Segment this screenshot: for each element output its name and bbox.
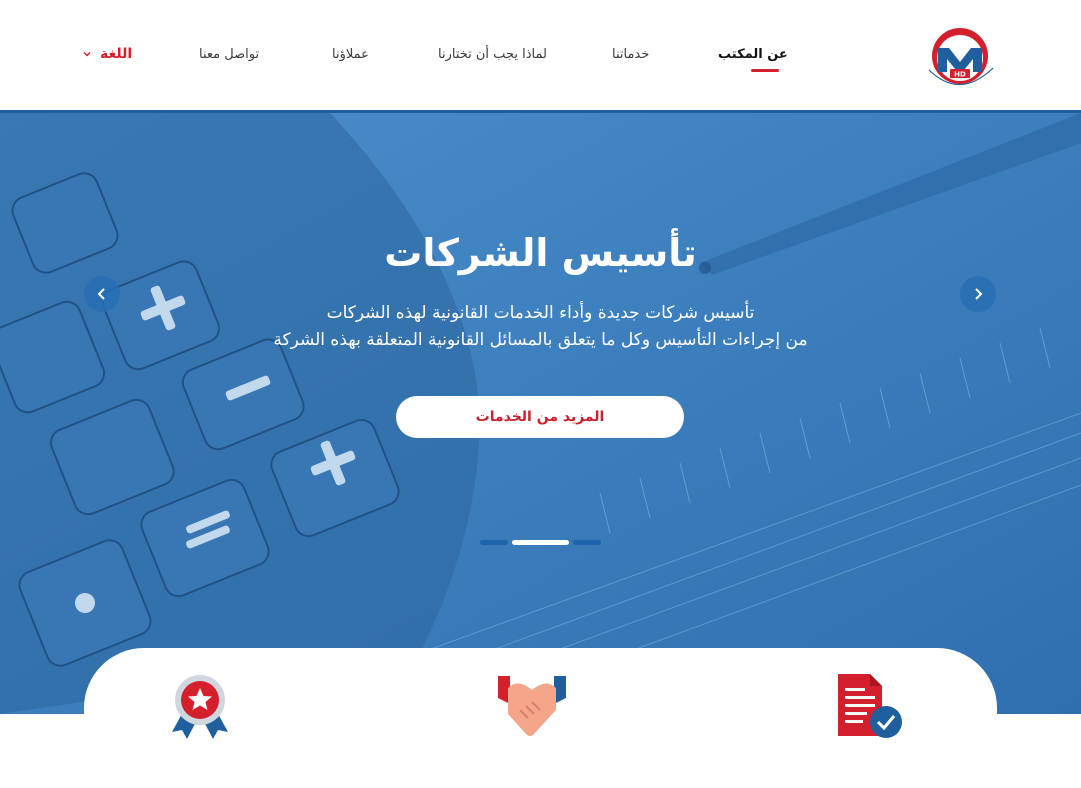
slider-dot-3[interactable] [573,540,601,545]
language-selector[interactable]: اللغة [82,46,132,62]
language-label: اللغة [100,46,133,62]
hero-description-line-1: تأسيس شركات جديدة وأداء الخدمات القانوني… [326,303,755,323]
nav-services[interactable]: خدماتنا [612,47,649,62]
document-check-icon [838,674,902,738]
nav-active-indicator [751,69,779,72]
slider-dot-2[interactable] [512,540,569,545]
nav-why-us[interactable]: لماذا يجب أن تختارنا [438,47,547,62]
features-card [84,648,997,788]
hero-description-line-2: من إجراءات التأسيس وكل ما يتعلق بالمسائل… [273,330,808,350]
slider-dot-1[interactable] [480,540,508,545]
chevron-left-icon [97,288,105,300]
nav-contact[interactable]: تواصل معنا [199,47,259,62]
nav-about[interactable]: عن المكتب [718,47,788,62]
chevron-right-icon [975,288,983,300]
logo[interactable]: HD [923,22,1001,94]
hero-title: تأسيس الشركات [384,231,697,275]
award-ribbon-icon [172,675,228,739]
hero-slider: تأسيس الشركات تأسيس شركات جديدة وأداء ال… [0,113,1081,714]
slider-next-button[interactable] [960,276,996,312]
nav-clients[interactable]: عملاؤنا [332,47,369,62]
slider-prev-button[interactable] [84,276,120,312]
site-header: HD عن المكتب خدماتنا لماذا يجب أن تختارن… [0,0,1081,113]
chevron-down-icon [83,51,91,57]
logo-letters: HD [954,71,966,79]
handshake-icon [498,676,566,736]
more-services-button[interactable]: المزيد من الخدمات [396,396,684,438]
